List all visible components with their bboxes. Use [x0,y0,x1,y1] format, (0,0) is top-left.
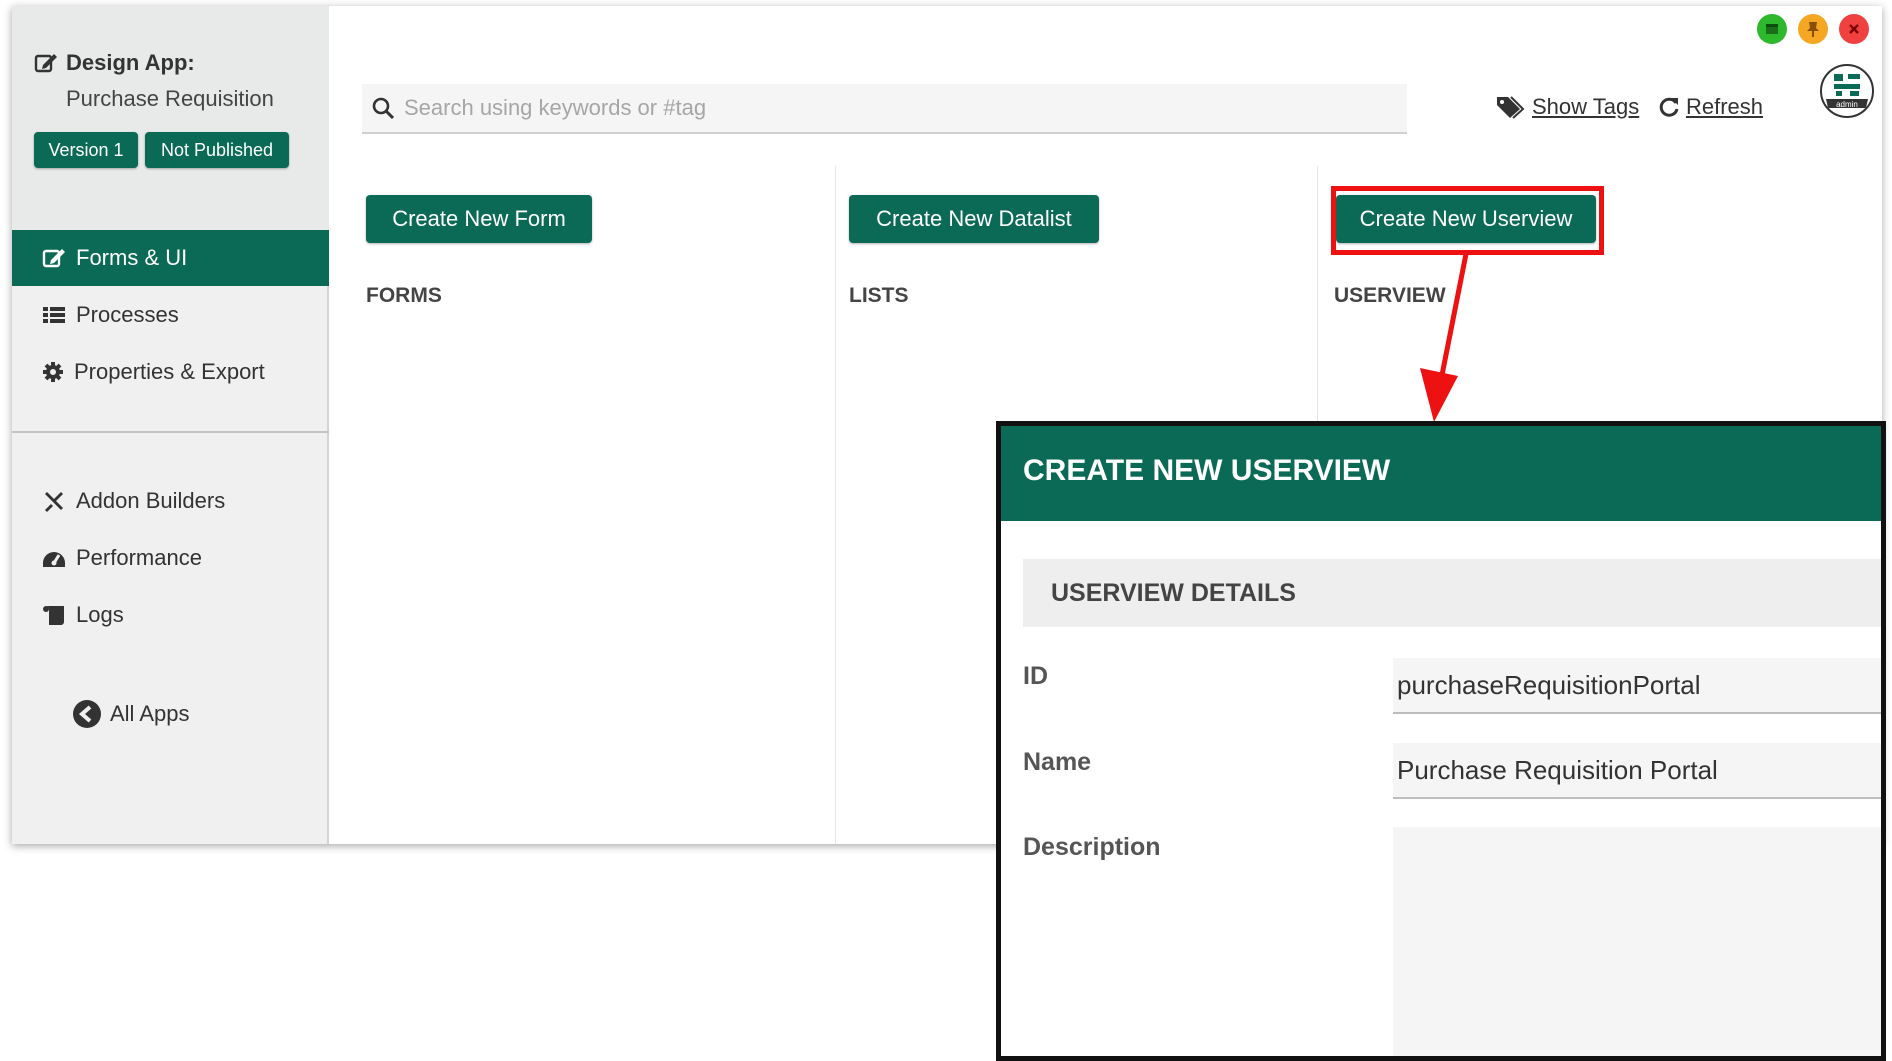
description-field[interactable] [1393,827,1881,1056]
window-icon [1766,24,1778,34]
forms-heading: FORMS [366,284,442,307]
avatar-label: admin [1836,100,1858,109]
refresh-label: Refresh [1686,94,1764,119]
modal-header: CREATE NEW USERVIEW [1001,426,1881,521]
sidebar-item-label: Processes [76,302,179,327]
sidebar-item-addon-builders[interactable]: Addon Builders [12,473,329,529]
sidebar-divider [12,431,329,433]
design-app-label: Design App: [66,50,195,75]
tags-icon [1497,96,1525,119]
refresh-icon [1659,97,1679,117]
minimize-button[interactable] [1757,14,1787,44]
close-button[interactable] [1839,14,1869,44]
version-badge[interactable]: Version 1 [34,132,138,168]
gear-icon [43,362,63,382]
sidebar-item-label: Properties & Export [74,359,265,384]
refresh-link[interactable]: Refresh [1658,94,1763,120]
tools-icon [45,492,63,512]
id-label: ID [1023,662,1048,690]
description-label: Description [1023,833,1161,861]
sidebar-item-forms-ui[interactable]: Forms & UI [12,230,329,286]
show-tags-link[interactable]: Show Tags [1496,94,1639,120]
sidebar-item-properties-export[interactable]: Properties & Export [12,344,329,400]
search-icon [372,97,394,119]
name-label: Name [1023,748,1092,776]
app-name: Purchase Requisition [66,86,274,111]
design-app-title: Design App: [34,50,195,76]
lists-heading: LISTS [849,284,909,307]
modal-title: CREATE NEW USERVIEW [1023,454,1391,487]
highlight-box [1331,186,1604,255]
gauge-icon [43,552,65,567]
search-bar [362,84,1407,134]
list-icon [43,307,65,323]
app-header: Design App: Purchase Requisition Version… [12,6,329,230]
admin-avatar-icon: admin [1826,74,1868,109]
create-new-datalist-button[interactable]: Create New Datalist [849,195,1099,243]
sidebar: Design App: Purchase Requisition Version… [12,6,329,844]
sidebar-item-performance[interactable]: Performance [12,530,329,586]
all-apps-label: All Apps [110,701,190,726]
edit-icon [34,54,57,73]
column-divider [835,166,836,844]
create-new-form-button[interactable]: Create New Form [366,195,592,243]
back-arrow-icon [73,700,101,728]
edit-icon [42,249,65,268]
name-field[interactable] [1393,743,1881,799]
create-userview-modal: CREATE NEW USERVIEW USERVIEW DETAILS ID … [996,421,1886,1061]
avatar[interactable]: admin [1820,64,1874,118]
pointer-arrow-icon [1420,253,1469,422]
published-status-badge[interactable]: Not Published [145,132,289,168]
close-icon [1849,24,1859,34]
sidebar-item-label: Logs [76,602,124,627]
scroll-icon [43,606,64,625]
sidebar-item-logs[interactable]: Logs [12,587,329,643]
section-header: USERVIEW DETAILS [1023,559,1881,627]
all-apps-link[interactable]: All Apps [12,686,329,742]
sidebar-item-label: Forms & UI [76,245,188,270]
id-field[interactable] [1393,658,1881,714]
pin-button[interactable] [1798,14,1828,44]
show-tags-label: Show Tags [1532,94,1640,119]
search-input[interactable] [402,94,1366,122]
section-title: USERVIEW DETAILS [1051,579,1296,607]
sidebar-item-label: Addon Builders [76,488,226,513]
sidebar-item-processes[interactable]: Processes [12,287,329,343]
pin-icon [1807,22,1819,37]
sidebar-item-label: Performance [76,545,202,570]
